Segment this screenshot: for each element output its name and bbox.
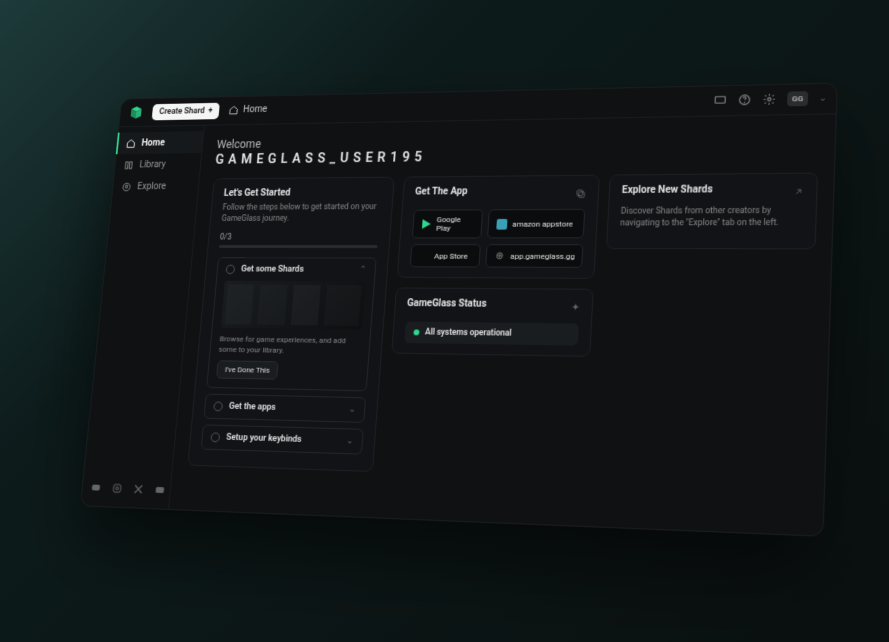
amazon-icon	[495, 218, 507, 230]
sidebar-item-explore[interactable]: Explore	[111, 175, 199, 198]
sparkle-icon[interactable]: ✦	[571, 302, 580, 313]
get-started-card: Let's Get Started Follow the steps below…	[187, 177, 394, 472]
onboarding-step-shards: Get some Shards ⌃ Browse for game experi…	[206, 257, 376, 392]
app-btn-label: amazon appstore	[512, 219, 573, 228]
sidebar-item-label: Home	[141, 138, 165, 148]
status-pill[interactable]: All systems operational	[404, 322, 579, 346]
plus-icon: +	[207, 106, 212, 115]
step-status-circle-icon	[225, 265, 235, 274]
breadcrumb-label: Home	[242, 104, 267, 115]
google-play-icon	[419, 218, 431, 230]
discord-icon[interactable]	[90, 482, 102, 494]
home-icon	[124, 138, 135, 149]
app-window: Create Shard + Home GG ⌄	[79, 83, 837, 537]
step-status-circle-icon	[210, 433, 220, 443]
chevron-down-icon: ⌄	[348, 405, 356, 415]
explore-card: Explore New Shards Discover Shards from …	[605, 173, 817, 250]
app-store-button[interactable]: App Store	[409, 244, 480, 267]
top-icons: GG ⌄	[712, 91, 826, 108]
step-title: Setup your keybinds	[225, 433, 339, 446]
library-icon	[122, 159, 133, 170]
create-shard-label: Create Shard	[158, 106, 204, 116]
app-btn-label: Google Play	[435, 215, 475, 232]
sidebar-item-library[interactable]: Library	[113, 153, 201, 176]
get-the-app-title: Get The App	[414, 186, 467, 197]
step-preview-image	[220, 280, 365, 329]
main-content: Welcome GAMEGLASS_USER195 Let's Get Star…	[168, 114, 836, 537]
explore-icon	[120, 181, 131, 192]
status-title: GameGlass Status	[406, 298, 486, 309]
onboarding-step-header[interactable]: Get the apps ⌄	[204, 395, 365, 422]
get-started-title: Let's Get Started	[223, 187, 382, 198]
google-play-button[interactable]: Google Play	[411, 209, 483, 238]
globe-icon: ⊕	[493, 250, 505, 262]
chevron-down-icon: ⌄	[345, 436, 353, 446]
sidebar-item-label: Library	[139, 159, 166, 169]
get-started-progress: 0/3	[219, 233, 378, 243]
app-btn-label: app.gameglass.gg	[510, 251, 575, 260]
progress-bar	[218, 245, 377, 248]
user-avatar[interactable]: GG	[786, 91, 808, 106]
step-title: Get the apps	[228, 402, 342, 415]
sidebar-item-home[interactable]: Home	[115, 131, 203, 154]
onboarding-step-header[interactable]: Get some Shards ⌃	[216, 258, 375, 281]
chevron-up-icon: ⌃	[359, 265, 367, 275]
app-logo	[127, 104, 144, 120]
breadcrumb: Home	[227, 104, 267, 116]
step-title: Get some Shards	[240, 265, 353, 275]
cast-icon[interactable]	[712, 93, 727, 107]
ive-done-this-button[interactable]: I've Done This	[216, 360, 279, 379]
step-description: Browse for game experiences, and add som…	[218, 333, 361, 357]
explore-title: Explore New Shards	[621, 184, 712, 196]
user-menu-chevron-icon[interactable]: ⌄	[818, 93, 826, 103]
amazon-appstore-button[interactable]: amazon appstore	[487, 209, 585, 238]
onboarding-step-header[interactable]: Setup your keybinds ⌄	[201, 426, 362, 454]
step-status-circle-icon	[213, 402, 223, 412]
status-message: All systems operational	[424, 328, 511, 339]
onboarding-step-keybinds: Setup your keybinds ⌄	[200, 425, 363, 455]
settings-icon[interactable]	[761, 92, 776, 106]
onboarding-step-apps: Get the apps ⌄	[203, 394, 366, 423]
external-link-icon[interactable]	[793, 187, 804, 197]
sidebar-item-label: Explore	[136, 181, 166, 191]
sidebar-social	[80, 474, 170, 504]
explore-body: Discover Shards from other creators by n…	[619, 206, 802, 230]
x-twitter-icon[interactable]	[132, 483, 144, 495]
get-the-app-card: Get The App Google Play	[396, 175, 599, 279]
get-started-subtitle: Follow the steps below to get started on…	[221, 202, 381, 225]
status-card: GameGlass Status ✦ All systems operation…	[391, 287, 594, 356]
youtube-icon[interactable]	[153, 484, 165, 496]
apple-icon	[417, 250, 429, 262]
webapp-button[interactable]: ⊕ app.gameglass.gg	[485, 244, 583, 268]
help-icon[interactable]	[737, 93, 752, 107]
instagram-icon[interactable]	[111, 482, 123, 494]
copy-link-icon[interactable]	[575, 188, 586, 199]
home-icon	[227, 105, 239, 116]
create-shard-button[interactable]: Create Shard +	[151, 102, 220, 120]
app-btn-label: App Store	[433, 251, 467, 260]
status-dot-icon	[413, 329, 419, 335]
